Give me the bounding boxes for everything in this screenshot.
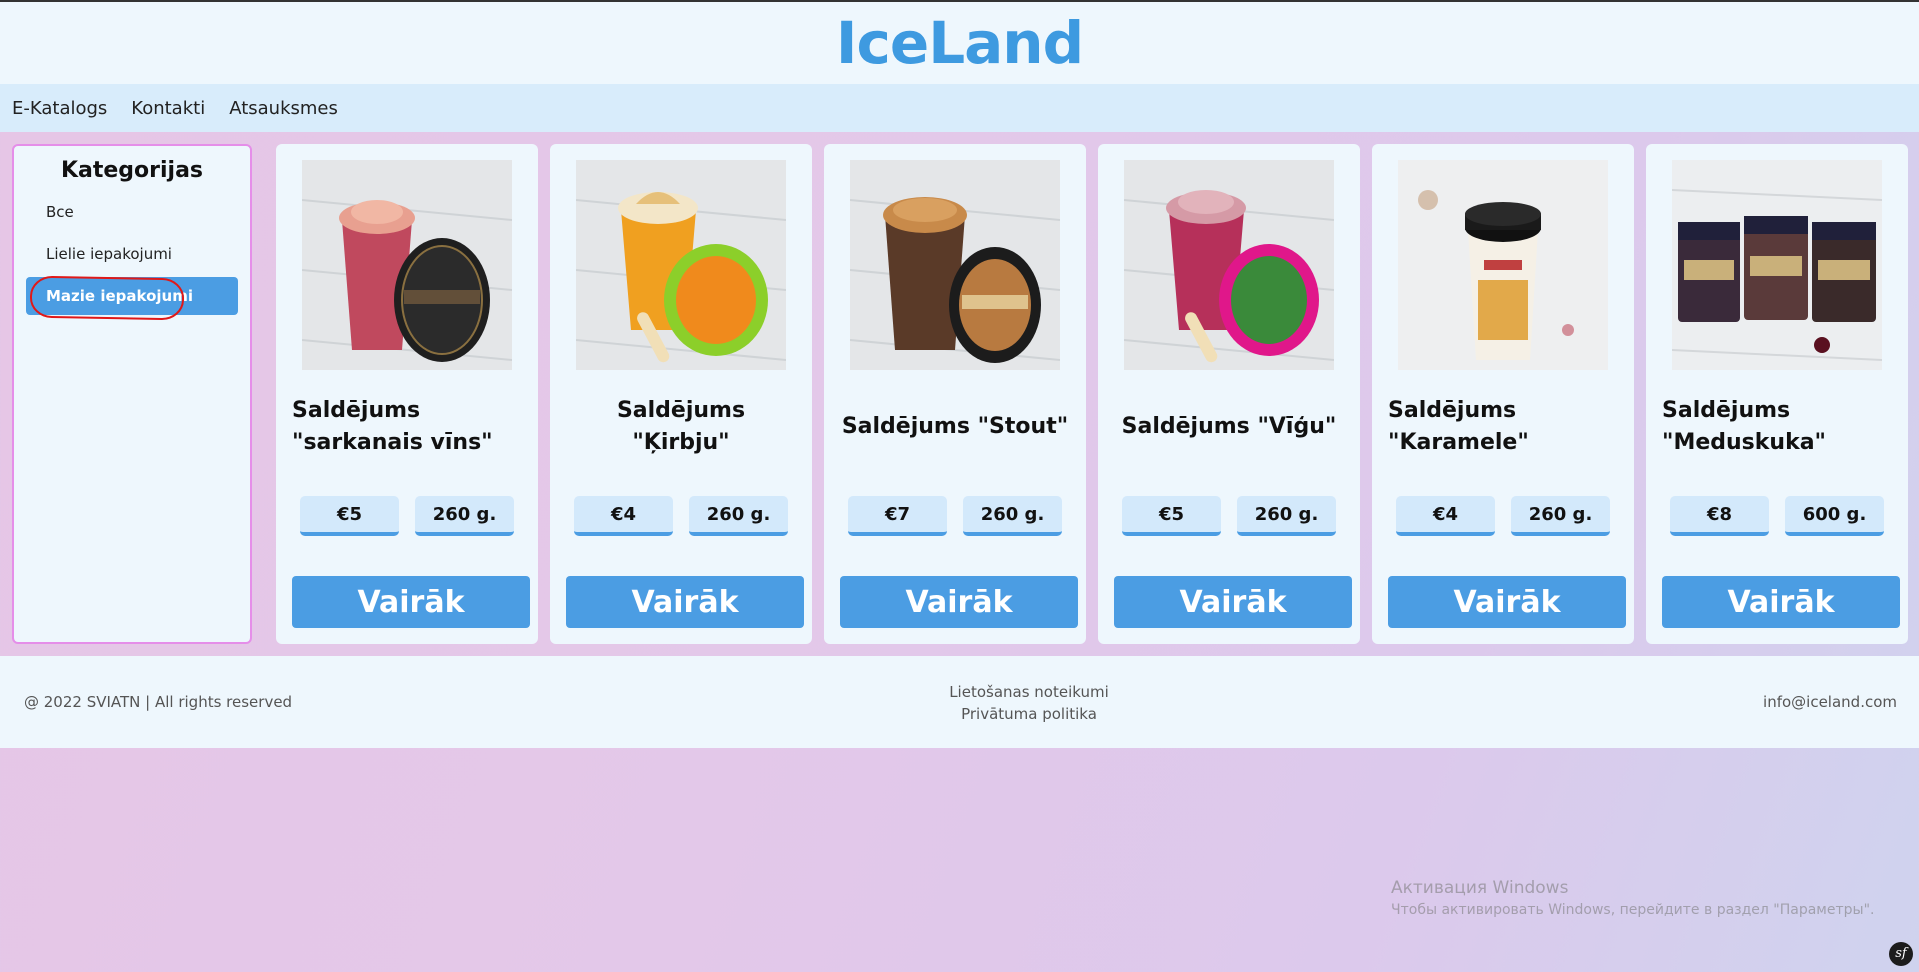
site-header: IceLand [0, 2, 1919, 84]
more-button[interactable]: Vairāk [1662, 576, 1900, 628]
price-badge: €8 [1670, 496, 1769, 536]
ice-cream-caramel-tub[interactable] [1398, 160, 1608, 370]
product-name: Saldējums "Karamele" [1388, 398, 1529, 455]
terms-link[interactable]: Lietošanas noteikumi [0, 681, 1919, 703]
price-badge: €4 [1396, 496, 1495, 536]
symfony-toolbar-icon[interactable]: sf [1889, 942, 1913, 966]
category-item-all[interactable]: Все [26, 193, 238, 231]
product-meta: €8 600 g. [1670, 496, 1884, 536]
site-footer: @ 2022 SVIATN | All rights reserved Liet… [0, 656, 1919, 748]
watermark-subtitle: Чтобы активировать Windows, перейдите в … [1391, 902, 1875, 918]
nav-link-reviews[interactable]: Atsauksmes [229, 98, 338, 119]
product-meta: €4 260 g. [574, 496, 788, 536]
footer-links: Lietošanas noteikumi Privātuma politika [0, 681, 1919, 725]
price-badge: €7 [848, 496, 947, 536]
windows-activation-watermark: Активация Windows Чтобы активировать Win… [1391, 878, 1874, 918]
product-card: Saldējums "Vīģu" €5 260 g. Vairāk [1098, 144, 1360, 644]
category-item-large-packs[interactable]: Lielie iepakojumi [26, 235, 238, 273]
more-button[interactable]: Vairāk [566, 576, 804, 628]
price-badge: €4 [574, 496, 673, 536]
weight-badge: 260 g. [415, 496, 514, 536]
weight-badge: 260 g. [963, 496, 1062, 536]
product-meta: €5 260 g. [300, 496, 514, 536]
contact-email-link[interactable]: info@iceland.com [1763, 693, 1897, 711]
weight-badge: 260 g. [689, 496, 788, 536]
product-meta: €4 260 g. [1396, 496, 1610, 536]
ice-cream-honey-cake-boxes[interactable] [1672, 160, 1882, 370]
ice-cream-pumpkin-cup[interactable] [576, 160, 786, 370]
watermark-title: Активация Windows [1391, 878, 1569, 898]
product-grid: Saldējums "sarkanais vīns" €5 260 g. Vai… [276, 144, 1908, 644]
product-name: Saldējums "Ķirbju" [616, 398, 746, 455]
weight-badge: 600 g. [1785, 496, 1884, 536]
more-button[interactable]: Vairāk [1114, 576, 1352, 628]
site-logo[interactable]: IceLand [0, 2, 1919, 84]
product-meta: €7 260 g. [848, 496, 1062, 536]
weight-badge: 260 g. [1237, 496, 1336, 536]
nav-link-contacts[interactable]: Kontakti [131, 98, 205, 119]
price-badge: €5 [300, 496, 399, 536]
sidebar-title: Kategorijas [60, 158, 204, 183]
product-card: Saldējums "Ķirbju" €4 260 g. Vairāk [550, 144, 812, 644]
ice-cream-red-wine-cup[interactable] [302, 160, 512, 370]
price-badge: €5 [1122, 496, 1221, 536]
product-meta: €5 260 g. [1122, 496, 1336, 536]
category-item-small-packs-wrap: Mazie iepakojumi [26, 275, 238, 321]
product-card: Saldējums "sarkanais vīns" €5 260 g. Vai… [276, 144, 538, 644]
category-sidebar: Kategorijas Все Lielie iepakojumi Mazie … [12, 144, 252, 644]
privacy-link[interactable]: Privātuma politika [0, 703, 1919, 725]
weight-badge: 260 g. [1511, 496, 1610, 536]
product-name: Saldējums "Meduskuka" [1662, 398, 1827, 455]
more-button[interactable]: Vairāk [292, 576, 530, 628]
product-card: Saldējums "Karamele" €4 260 g. Vairāk [1372, 144, 1634, 644]
main-nav: E-Katalogs Kontakti Atsauksmes [0, 84, 1919, 132]
category-item-small-packs[interactable]: Mazie iepakojumi [26, 277, 238, 315]
product-name: Saldējums "Stout" [841, 414, 1069, 439]
nav-link-catalog[interactable]: E-Katalogs [12, 98, 107, 119]
product-name: Saldējums "sarkanais vīns" [292, 398, 493, 455]
more-button[interactable]: Vairāk [840, 576, 1078, 628]
ice-cream-fig-cup[interactable] [1124, 160, 1334, 370]
category-list: Все Lielie iepakojumi Mazie iepakojumi [14, 193, 250, 321]
product-card: Saldējums "Stout" €7 260 g. Vairāk [824, 144, 1086, 644]
product-name: Saldējums "Vīģu" [1121, 414, 1337, 439]
ice-cream-stout-cup[interactable] [850, 160, 1060, 370]
product-card: Saldējums "Meduskuka" €8 600 g. Vairāk [1646, 144, 1908, 644]
more-button[interactable]: Vairāk [1388, 576, 1626, 628]
